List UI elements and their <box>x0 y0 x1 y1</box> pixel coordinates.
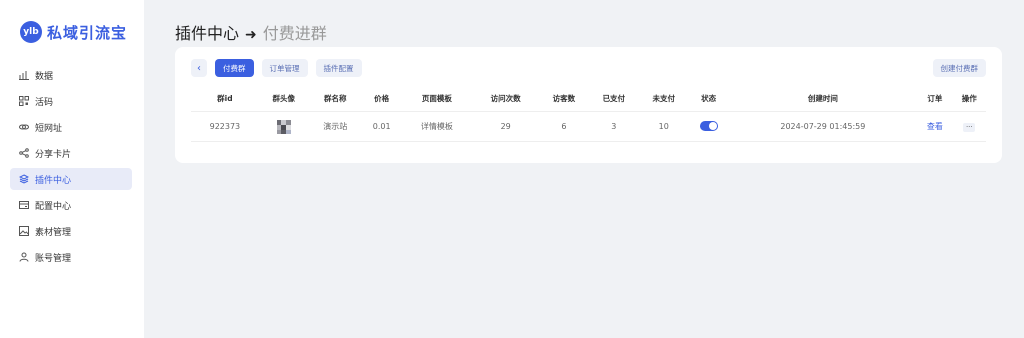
groups-table: 群id 群头像 群名称 价格 页面模板 访问次数 访客数 已支付 未支付 状态 … <box>191 87 986 142</box>
cell-paid: 3 <box>588 111 639 142</box>
cell-group-name: 演示站 <box>308 111 362 142</box>
col-orders: 订单 <box>917 87 953 112</box>
cell-actions: ... <box>952 111 986 142</box>
table-row: 922373 演示站 0.01 详情模板 29 6 3 10 2024-07-2… <box>191 111 986 142</box>
share-icon <box>19 148 29 158</box>
sidebar-nav: 数据 活码 短网址 分享卡片 插件中心 配置中心 素材管理 账号管理 <box>0 64 144 268</box>
image-icon <box>19 226 29 236</box>
col-group-name: 群名称 <box>308 87 362 112</box>
cell-template: 详情模板 <box>401 111 473 142</box>
page-title: 插件中心 <box>175 24 240 43</box>
sidebar-item-accounts[interactable]: 账号管理 <box>10 246 132 268</box>
col-price: 价格 <box>361 87 402 112</box>
create-paid-group-button[interactable]: 创建付费群 <box>932 59 986 77</box>
link-icon <box>19 122 29 132</box>
sidebar-item-plugins[interactable]: 插件中心 <box>10 168 132 190</box>
sidebar-item-label: 配置中心 <box>35 201 72 212</box>
chart-icon <box>19 70 29 80</box>
layers-icon <box>19 174 29 184</box>
tab-order-management[interactable]: 订单管理 <box>261 59 308 77</box>
sidebar-item-label: 插件中心 <box>35 175 72 186</box>
cell-price: 0.01 <box>361 111 402 142</box>
sidebar: ylb 私域引流宝 数据 活码 短网址 分享卡片 插件中心 配置中心 素材管理 … <box>0 0 144 338</box>
app-root: ylb 私域引流宝 数据 活码 短网址 分享卡片 插件中心 配置中心 素材管理 … <box>0 0 1024 338</box>
sidebar-item-shorturl[interactable]: 短网址 <box>10 116 132 138</box>
page-subtitle: 付费进群 <box>262 24 327 43</box>
status-toggle[interactable] <box>699 121 718 131</box>
more-actions-button[interactable]: ... <box>963 122 976 132</box>
col-created-time: 创建时间 <box>728 87 918 112</box>
view-orders-link[interactable]: 查看 <box>927 122 943 131</box>
col-visitors: 访客数 <box>538 87 589 112</box>
qrcode-icon <box>19 96 29 106</box>
cell-created-time: 2024-07-29 01:45:59 <box>728 111 918 142</box>
cell-group-id: 922373 <box>191 111 259 142</box>
avatar <box>276 120 291 135</box>
toolbar: ‹ 付费群 订单管理 插件配置 创建付费群 <box>191 59 986 77</box>
main-content: 插件中心 ➜ 付费进群 ‹ 付费群 订单管理 插件配置 创建付费群 群id 群头… <box>144 0 1024 338</box>
content-card: ‹ 付费群 订单管理 插件配置 创建付费群 群id 群头像 群名称 价格 页面模… <box>175 47 1002 163</box>
col-actions: 操作 <box>952 87 986 112</box>
logo[interactable]: ylb 私域引流宝 <box>0 20 144 44</box>
arrow-right-icon: ➜ <box>245 27 257 43</box>
col-group-avatar: 群头像 <box>258 87 309 112</box>
cell-avatar <box>258 111 309 142</box>
cell-status <box>688 111 729 142</box>
sidebar-item-sharecard[interactable]: 分享卡片 <box>10 142 132 164</box>
tab-plugin-config[interactable]: 插件配置 <box>315 59 362 77</box>
chevron-left-icon: ‹ <box>197 62 201 74</box>
col-page-template: 页面模板 <box>401 87 473 112</box>
cell-unpaid: 10 <box>638 111 689 142</box>
cell-orders: 查看 <box>917 111 953 142</box>
col-unpaid: 未支付 <box>638 87 689 112</box>
sidebar-item-label: 账号管理 <box>35 253 72 264</box>
col-visits: 访问次数 <box>472 87 539 112</box>
cell-visitors: 6 <box>538 111 589 142</box>
col-paid: 已支付 <box>588 87 639 112</box>
col-group-id: 群id <box>191 87 259 112</box>
sidebar-item-label: 分享卡片 <box>35 149 72 160</box>
breadcrumb: 插件中心 ➜ 付费进群 <box>175 20 1002 43</box>
user-icon <box>19 252 29 262</box>
config-icon <box>19 200 29 210</box>
sidebar-item-livecode[interactable]: 活码 <box>10 90 132 112</box>
table-header-row: 群id 群头像 群名称 价格 页面模板 访问次数 访客数 已支付 未支付 状态 … <box>191 87 986 112</box>
sidebar-item-label: 素材管理 <box>35 227 72 238</box>
sidebar-item-label: 活码 <box>35 97 54 108</box>
brand-name: 私域引流宝 <box>47 23 128 42</box>
logo-badge: ylb <box>20 21 42 43</box>
sidebar-item-label: 短网址 <box>35 123 63 134</box>
sidebar-item-materials[interactable]: 素材管理 <box>10 220 132 242</box>
sidebar-item-config[interactable]: 配置中心 <box>10 194 132 216</box>
sidebar-item-data[interactable]: 数据 <box>10 64 132 86</box>
cell-visits: 29 <box>472 111 539 142</box>
col-status: 状态 <box>688 87 729 112</box>
back-button[interactable]: ‹ <box>191 59 207 77</box>
sidebar-item-label: 数据 <box>35 71 54 82</box>
tab-paid-groups[interactable]: 付费群 <box>215 59 254 77</box>
